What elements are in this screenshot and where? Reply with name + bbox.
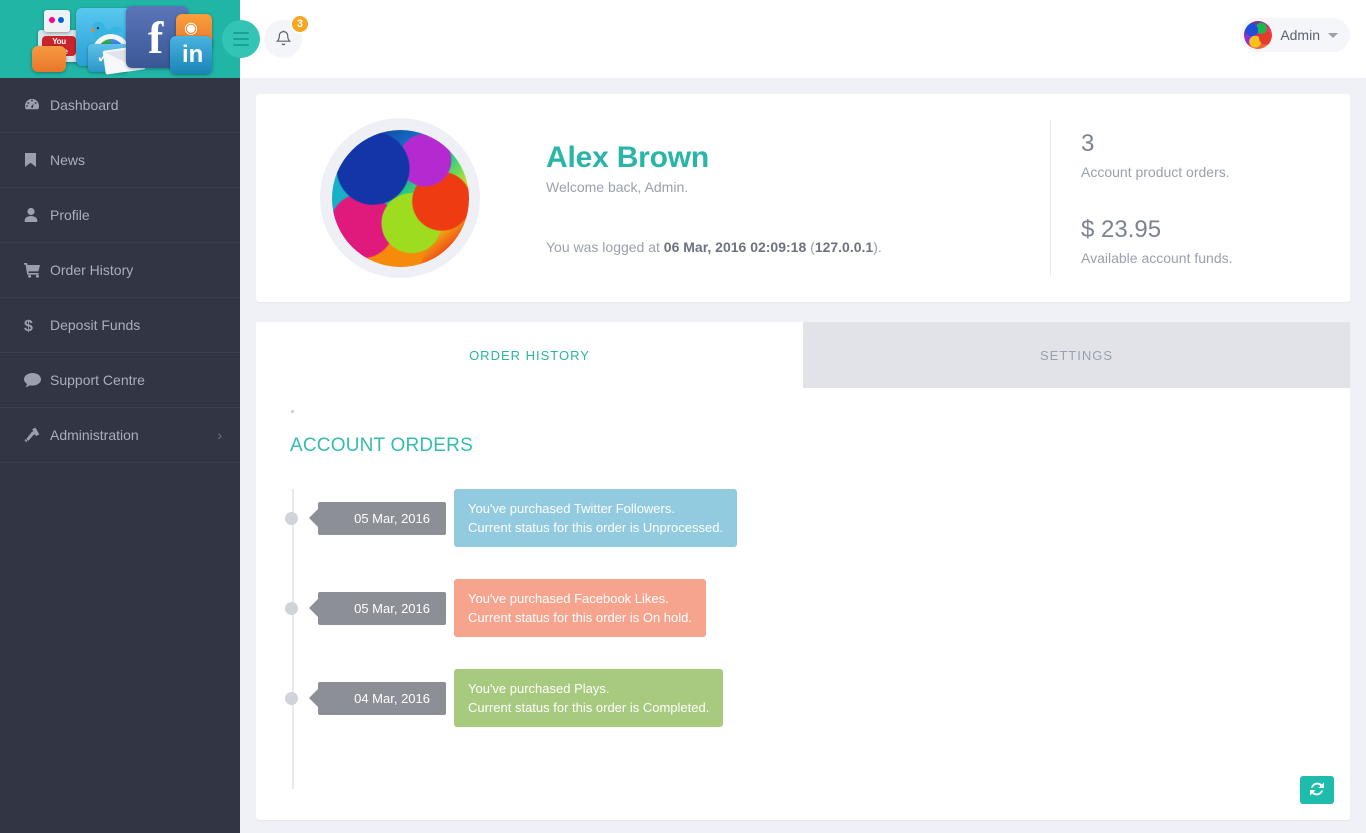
user-icon [24, 207, 50, 223]
last-login-ip: 127.0.0.1 [815, 239, 873, 255]
timeline-item[interactable]: 04 Mar, 2016 You've purchased Plays. Cur… [290, 669, 1316, 727]
hamburger-line [233, 38, 249, 40]
menu-toggle-button[interactable] [222, 20, 260, 58]
user-menu-button[interactable]: Admin [1240, 18, 1350, 52]
hamburger-line [233, 32, 249, 34]
sidebar-item-profile[interactable]: Profile [0, 188, 240, 243]
sidebar-item-administration[interactable]: Administration › [0, 408, 240, 463]
dashboard-icon [24, 97, 50, 113]
tab-bar: ORDER HISTORY SETTINGS [256, 322, 1350, 388]
last-login-mid: ( [806, 239, 815, 255]
tab-order-history[interactable]: ORDER HISTORY [256, 322, 803, 388]
sidebar-item-dashboard[interactable]: Dashboard [0, 78, 240, 133]
order-message: You've purchased Facebook Likes. Current… [454, 579, 706, 637]
sidebar-item-label: Deposit Funds [50, 317, 140, 333]
timeline-item[interactable]: 05 Mar, 2016 You've purchased Facebook L… [290, 579, 1316, 637]
sidebar-item-deposit-funds[interactable]: $ Deposit Funds [0, 298, 240, 353]
order-message: You've purchased Plays. Current status f… [454, 669, 723, 727]
order-message-line2: Current status for this order is Unproce… [468, 518, 723, 537]
sidebar-item-label: Dashboard [50, 97, 119, 113]
dollar-icon: $ [24, 317, 50, 334]
sidebar: YouTube 🐦 ✓ f ◉ in Dashboard News [0, 0, 240, 833]
sidebar-item-order-history[interactable]: Order History [0, 243, 240, 298]
order-message-line2: Current status for this order is On hold… [468, 608, 692, 627]
order-message: You've purchased Twitter Followers. Curr… [454, 489, 737, 547]
chevron-right-icon: › [217, 427, 222, 443]
orders-timeline: 05 Mar, 2016 You've purchased Twitter Fo… [290, 489, 1316, 727]
orders-card: ORDER HISTORY SETTINGS ACCOUNT ORDERS 05… [256, 322, 1350, 820]
bookmark-icon [24, 152, 50, 168]
order-date: 05 Mar, 2016 [318, 502, 446, 535]
chat-bubble-icon [24, 373, 50, 388]
profile-details: Alex Brown Welcome back, Admin. You was … [546, 141, 1050, 255]
avatar [1244, 21, 1272, 49]
order-history-panel: ACCOUNT ORDERS 05 Mar, 2016 You've purch… [256, 388, 1350, 727]
profile-avatar-image [332, 130, 469, 267]
order-message-line1: You've purchased Twitter Followers. [468, 499, 723, 518]
last-login-datetime: 06 Mar, 2016 02:09:18 [664, 239, 806, 255]
timeline-dot [285, 512, 298, 525]
section-title: ACCOUNT ORDERS [290, 435, 1316, 457]
app-logo[interactable]: YouTube 🐦 ✓ f ◉ in [0, 0, 240, 78]
notifications-badge: 3 [290, 14, 310, 34]
stat-orders: 3 Account product orders. [1081, 130, 1350, 180]
welcome-text: Welcome back, Admin. [546, 179, 1050, 195]
order-message-line2: Current status for this order is Complet… [468, 698, 709, 717]
refresh-icon [1310, 782, 1324, 799]
chevron-down-icon [1328, 33, 1338, 38]
profile-avatar [320, 118, 480, 278]
notifications-button[interactable]: 3 [264, 20, 302, 58]
shopping-cart-icon [24, 262, 50, 278]
timeline-item[interactable]: 05 Mar, 2016 You've purchased Twitter Fo… [290, 489, 1316, 547]
social-media-icons-logo: YouTube 🐦 ✓ f ◉ in [30, 6, 215, 72]
timeline-dot [285, 602, 298, 615]
timeline-dot [285, 692, 298, 705]
order-date: 05 Mar, 2016 [318, 592, 446, 625]
order-message-line1: You've purchased Facebook Likes. [468, 589, 692, 608]
last-login-prefix: You was logged at [546, 239, 664, 255]
account-stats: 3 Account product orders. $ 23.95 Availa… [1050, 120, 1350, 276]
sidebar-item-news[interactable]: News [0, 133, 240, 188]
tab-settings[interactable]: SETTINGS [803, 322, 1350, 388]
stat-funds: $ 23.95 Available account funds. [1081, 216, 1350, 266]
refresh-button[interactable] [1300, 776, 1334, 804]
user-menu-label: Admin [1280, 27, 1320, 43]
main-content: Alex Brown Welcome back, Admin. You was … [240, 78, 1366, 833]
hammer-icon [24, 427, 50, 443]
profile-summary-card: Alex Brown Welcome back, Admin. You was … [256, 94, 1350, 302]
svg-text:$: $ [24, 318, 33, 334]
topbar: 3 Admin [240, 0, 1366, 78]
hamburger-line [233, 44, 249, 46]
sidebar-item-label: Support Centre [50, 372, 145, 388]
stat-label: Available account funds. [1081, 250, 1350, 266]
stat-label: Account product orders. [1081, 164, 1350, 180]
sidebar-item-label: Administration [50, 427, 139, 443]
sidebar-item-label: Profile [50, 207, 90, 223]
last-login-text: You was logged at 06 Mar, 2016 02:09:18 … [546, 239, 1050, 255]
sidebar-item-support-centre[interactable]: Support Centre [0, 353, 240, 408]
sidebar-item-label: Order History [50, 262, 133, 278]
stat-value: 3 [1081, 130, 1350, 158]
stat-value: $ 23.95 [1081, 216, 1350, 244]
order-message-line1: You've purchased Plays. [468, 679, 709, 698]
order-date: 04 Mar, 2016 [318, 682, 446, 715]
page-title: Alex Brown [546, 141, 1050, 175]
decorative-dot [291, 410, 294, 413]
sidebar-item-label: News [50, 152, 85, 168]
last-login-suffix: ). [873, 239, 882, 255]
